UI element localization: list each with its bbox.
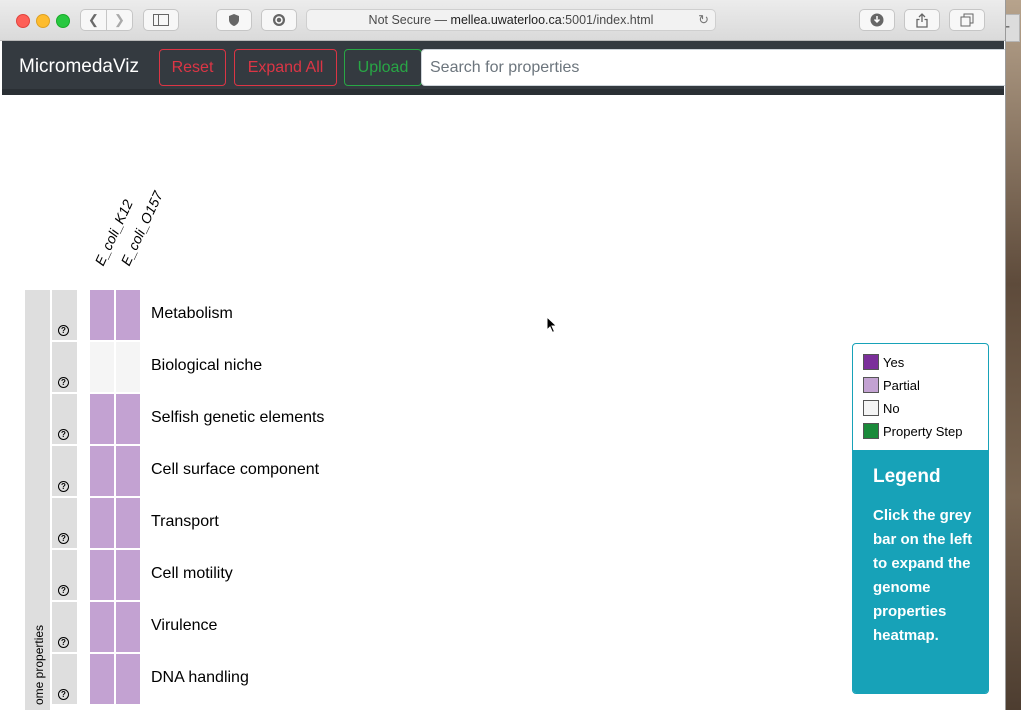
legend-swatch [863,354,879,370]
downloads-button[interactable] [859,9,895,31]
download-icon [870,13,884,27]
heatmap-cell[interactable] [116,654,140,704]
legend-swatch [863,377,879,393]
heatmap-cell[interactable] [116,290,140,340]
chevron-left-icon: ❮ [88,12,99,27]
search-input[interactable] [421,49,1005,86]
sidebar-icon [153,14,169,26]
heatmap-row: ? Metabolism [2,290,1004,342]
help-icon[interactable]: ? [58,689,69,700]
heatmap-cell[interactable] [116,498,140,548]
address-domain: mellea.uwaterloo.ca [450,13,562,27]
browser-toolbar: ❮ ❯ Not Secure — mellea.uwaterloo.ca:500… [0,0,1005,41]
sidebar-toggle-button[interactable] [143,9,179,31]
property-label[interactable]: DNA handling [151,669,249,687]
tabs-icon [960,13,974,27]
help-icon[interactable]: ? [58,585,69,596]
help-icon[interactable]: ? [58,325,69,336]
legend-item-label: Partial [883,377,920,393]
zoom-window-button[interactable] [56,14,70,28]
legend-help-text: Click the grey bar on the left to expand… [873,507,973,644]
heatmap-cell[interactable] [116,342,140,392]
property-label[interactable]: Cell motility [151,565,233,583]
share-icon [916,12,928,28]
address-prefix: Not Secure — [368,13,451,27]
back-button[interactable]: ❮ [80,9,107,31]
brand-title[interactable]: MicromedaViz [19,56,139,78]
address-path: :5001/index.html [561,13,654,27]
help-icon[interactable]: ? [58,429,69,440]
heatmap-cell[interactable] [90,394,114,444]
reload-icon[interactable]: ↻ [698,10,709,30]
heatmap-cell[interactable] [90,446,114,496]
property-label[interactable]: Cell surface component [151,461,319,479]
heatmap-area: E_coli_K12 E_coli_O157 ome properties ? M… [2,95,1004,710]
heatmap-cell[interactable] [90,602,114,652]
legend-title: Legend [873,466,941,487]
minimize-window-button[interactable] [36,14,50,28]
heatmap-cell[interactable] [90,290,114,340]
legend-item: No [863,399,900,417]
legend-item-label: No [883,400,900,416]
heatmap-cell[interactable] [116,602,140,652]
help-icon[interactable]: ? [58,637,69,648]
heatmap-cell[interactable] [90,498,114,548]
reset-button[interactable]: Reset [159,49,226,86]
heatmap-cell[interactable] [116,550,140,600]
heatmap-cell[interactable] [116,446,140,496]
heatmap-cell[interactable] [90,550,114,600]
help-icon[interactable]: ? [58,377,69,388]
legend-item: Partial [863,376,920,394]
shield-icon [229,14,239,26]
close-window-button[interactable] [16,14,30,28]
legend-swatch [863,400,879,416]
browser-window: ❮ ❯ Not Secure — mellea.uwaterloo.ca:500… [0,0,1006,710]
chevron-right-icon: ❯ [114,12,125,27]
forward-button[interactable]: ❯ [106,9,133,31]
legend-item-label: Yes [883,354,905,370]
legend-item-label: Property Step [883,423,963,439]
help-icon[interactable]: ? [58,533,69,544]
mouse-cursor [546,316,558,334]
privacy-report-button[interactable] [216,9,252,31]
property-label[interactable]: Metabolism [151,305,233,323]
property-label[interactable]: Biological niche [151,357,262,375]
extension-button[interactable] [261,9,297,31]
legend-swatch [863,423,879,439]
share-button[interactable] [904,9,940,31]
legend-item: Property Step [863,422,963,440]
grammarly-icon [273,14,285,26]
desktop-background [1005,0,1021,710]
legend-item: Yes [863,353,904,371]
property-label[interactable]: Selfish genetic elements [151,409,324,427]
help-icon[interactable]: ? [58,481,69,492]
app-navbar: MicromedaViz Reset Expand All Upload [2,41,1005,95]
heatmap-cell[interactable] [90,342,114,392]
property-label[interactable]: Virulence [151,617,217,635]
legend-panel: Yes Partial No Property Step Legend Click t… [852,343,989,694]
legend-info: Legend Click the grey bar on the left to… [853,450,988,693]
address-bar[interactable]: Not Secure — mellea.uwaterloo.ca:5001/in… [306,9,716,31]
heatmap-cell[interactable] [116,394,140,444]
tab-overview-button[interactable] [949,9,985,31]
expand-all-button[interactable]: Expand All [234,49,337,86]
heatmap-cell[interactable] [90,654,114,704]
upload-button[interactable]: Upload [344,49,422,86]
property-label[interactable]: Transport [151,513,219,531]
